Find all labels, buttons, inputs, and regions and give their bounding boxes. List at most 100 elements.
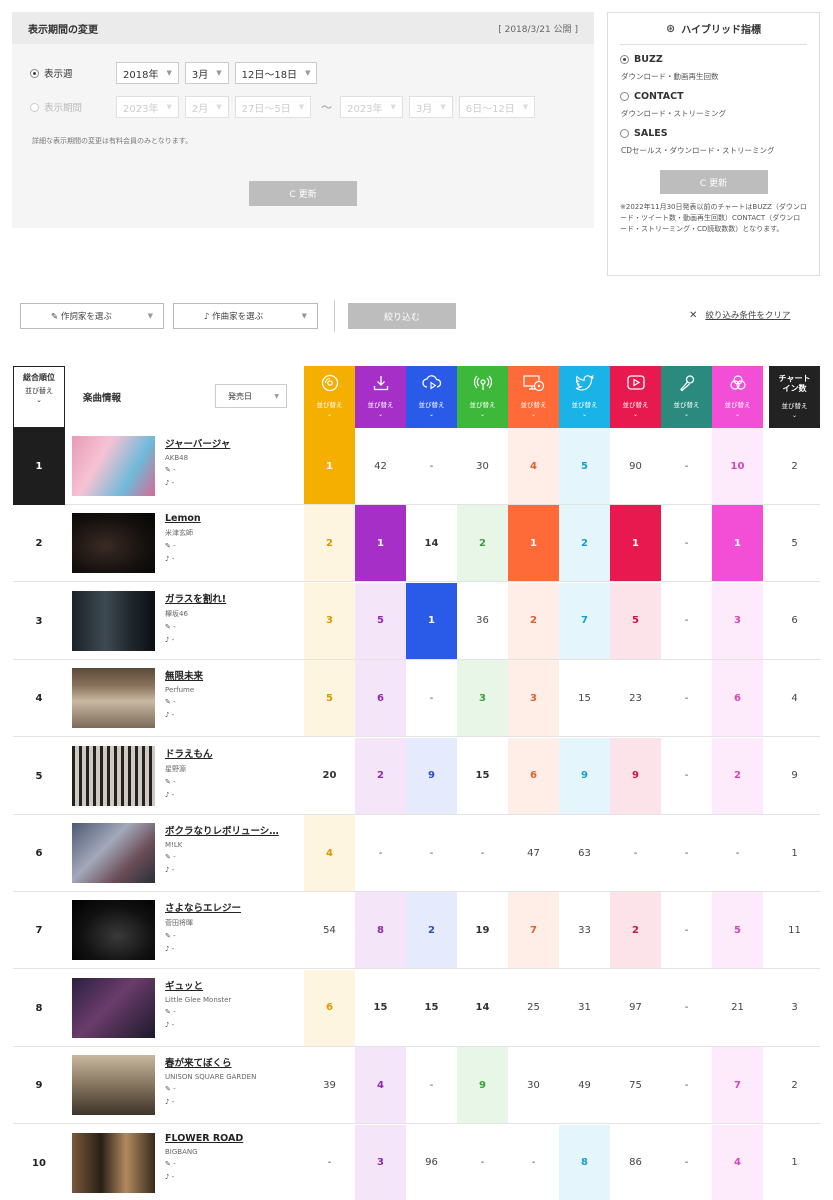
- venn-icon: ⊛: [665, 22, 676, 35]
- chevron-down-icon: ⌄: [683, 411, 690, 418]
- metric-header-video[interactable]: 並び替え ⌄: [610, 366, 661, 428]
- metric-cell-twitter: 9: [559, 737, 610, 814]
- chevron-down-icon: ⌄: [632, 411, 639, 418]
- metric-cell-video: 23: [629, 692, 642, 704]
- metric-cell-radio: 2: [457, 505, 508, 582]
- metric-header-twitter[interactable]: 並び替え ⌄: [559, 366, 610, 428]
- video-thumbnail[interactable]: [72, 977, 155, 1038]
- filter-clear-link[interactable]: ✕ 絞り込み条件をクリア: [689, 309, 790, 322]
- chevron-down-icon: ⌄: [326, 411, 333, 418]
- metric-cell-chart-in: 1: [791, 1157, 798, 1169]
- range-radio[interactable]: [30, 102, 39, 112]
- table-row: 1 ジャーバージャ AKB48 ✎ - ♪ - 1 42 - 30 4 5 90 - 10 2: [13, 428, 820, 505]
- release-date-select[interactable]: 発売日 ▼: [215, 384, 287, 408]
- year-select[interactable]: 2018年 ▼: [116, 62, 179, 84]
- pen-icon: ✎: [51, 312, 61, 322]
- metric-header-streaming[interactable]: 並び替え ⌄: [406, 366, 457, 428]
- metric-cell-twitter: 49: [578, 1079, 591, 1091]
- video-thumbnail[interactable]: [72, 590, 155, 651]
- video-thumbnail[interactable]: [72, 745, 155, 806]
- metric-cell-twitter: 63: [578, 847, 591, 859]
- metric-header-pc-read[interactable]: 並び替え ⌄: [508, 366, 559, 428]
- song-title[interactable]: FLOWER ROAD: [165, 1133, 300, 1144]
- metric-header-chart-in[interactable]: チャート イン数 並び替え ⌄: [769, 366, 820, 428]
- hybrid-update-button[interactable]: C 更新: [659, 170, 768, 194]
- week-select[interactable]: 12日〜18日 ▼: [234, 62, 318, 84]
- rank-header[interactable]: 総合順位 並び替え ⌄: [13, 366, 65, 428]
- song-title[interactable]: さよならエレジー: [165, 900, 300, 914]
- metric-header-download[interactable]: 並び替え ⌄: [355, 366, 406, 428]
- table-row: 10 FLOWER ROAD BIGBANG ✎ - ♪ - - 3 96 - - 8 86 - 4 1: [13, 1124, 820, 1200]
- metric-header-radio[interactable]: 並び替え ⌄: [457, 366, 508, 428]
- metric-cell-twitter: 5: [559, 428, 610, 504]
- song-info: さよならエレジー 菅田将暉 ✎ - ♪ -: [165, 900, 300, 954]
- song-title[interactable]: 春が来てぼくら: [165, 1055, 300, 1069]
- song-title[interactable]: ガラスを割れ!: [165, 591, 300, 605]
- composer-select[interactable]: ♪ 作曲家を選ぶ ▼: [173, 303, 318, 329]
- artist-name: 米津玄師: [165, 529, 193, 538]
- video-thumbnail[interactable]: [72, 823, 155, 883]
- video-thumbnail[interactable]: [72, 513, 155, 574]
- artist-name: M!LK: [165, 841, 183, 849]
- cloud-play-icon: [406, 373, 457, 393]
- metric-header-karaoke[interactable]: 並び替え ⌄: [661, 366, 712, 428]
- metric-header-cd-sales[interactable]: 並び替え ⌄: [304, 366, 355, 428]
- song-title[interactable]: ギュッと: [165, 978, 300, 992]
- info-header: 楽曲情報 発売日 ▼: [69, 366, 304, 428]
- video-thumbnail[interactable]: [72, 1055, 155, 1116]
- metric-cell-karaoke: -: [684, 770, 689, 782]
- period-note: 詳細な表示期間の変更は有料会員のみとなります。: [32, 137, 193, 145]
- hybrid-option-sales[interactable]: SALES: [620, 128, 807, 139]
- song-title[interactable]: 無限未来: [165, 668, 300, 682]
- range-to-days-select[interactable]: 6日〜12日 ▼: [458, 96, 536, 118]
- table-row: 3 ガラスを割れ! 欅坂46 ✎ - ♪ -3 5 1 36 2 7 5-3 6: [13, 582, 820, 660]
- week-radio[interactable]: [30, 68, 39, 78]
- metric-cell-download: 15: [373, 1002, 388, 1014]
- metric-cell-download: 3: [355, 1124, 406, 1200]
- range-from-year-select[interactable]: 2023年 ▼: [116, 96, 179, 118]
- range-to-month-select[interactable]: 3月 ▼: [408, 96, 453, 118]
- chevron-down-icon: ▼: [305, 69, 311, 77]
- sort-label: 並び替え: [316, 401, 343, 409]
- mic-icon: [661, 373, 712, 393]
- range-from-month-select[interactable]: 2月 ▼: [184, 96, 229, 118]
- month-select[interactable]: 3月 ▼: [184, 62, 229, 84]
- song-info: 無限未来 Perfume ✎ - ♪ -: [165, 668, 300, 720]
- rank-number: 10: [32, 1157, 46, 1169]
- chevron-down-icon: ⌄: [581, 411, 588, 418]
- song-title[interactable]: ボクラなりレボリューシ…: [165, 823, 300, 837]
- chevron-down-icon: ⌄: [479, 411, 486, 418]
- video-thumbnail[interactable]: [72, 1132, 155, 1193]
- range-to-year-select[interactable]: 2023年 ▼: [340, 96, 403, 118]
- metric-cell-streaming: 1: [406, 582, 457, 659]
- period-title: 表示期間の変更: [28, 24, 98, 36]
- period-update-button[interactable]: C 更新: [249, 181, 357, 206]
- note-icon: ♪: [204, 312, 213, 322]
- hybrid-option-buzz[interactable]: BUZZ: [620, 54, 807, 65]
- metric-cell-cd-sales: 20: [322, 770, 337, 782]
- hybrid-option-contact[interactable]: CONTACT: [620, 91, 807, 102]
- song-title[interactable]: Lemon: [165, 513, 300, 524]
- metric-cell-chart-in: 2: [791, 460, 798, 472]
- chevron-down-icon: ▼: [301, 312, 307, 320]
- video-thumbnail[interactable]: [72, 668, 155, 729]
- radio-icon: [457, 373, 508, 393]
- video-thumbnail[interactable]: [72, 436, 155, 496]
- song-info: FLOWER ROAD BIGBANG ✎ - ♪ -: [165, 1133, 300, 1182]
- filter-apply-button[interactable]: 絞り込む: [348, 303, 456, 329]
- video-thumbnail[interactable]: [72, 900, 155, 961]
- lyricist-line: ✎ -: [165, 466, 176, 474]
- metric-cell-radio: 30: [476, 460, 489, 472]
- chevron-down-icon: ⌄: [734, 411, 741, 418]
- rank-number: 6: [35, 848, 43, 859]
- chevron-down-icon: ⌄: [36, 396, 42, 404]
- metric-header-gyao[interactable]: 並び替え ⌄: [712, 366, 763, 428]
- artist-name: Perfume: [165, 686, 195, 695]
- rank-number: 4: [35, 693, 43, 705]
- song-title[interactable]: ジャーバージャ: [165, 436, 300, 450]
- metric-cell-karaoke: -: [684, 692, 689, 704]
- lyricist-select[interactable]: ✎ 作詞家を選ぶ ▼: [20, 303, 164, 329]
- song-title[interactable]: ドラえもん: [165, 746, 300, 760]
- range-from-days-select[interactable]: 27日〜5日 ▼: [234, 96, 312, 118]
- metric-cell-video: -: [633, 847, 638, 859]
